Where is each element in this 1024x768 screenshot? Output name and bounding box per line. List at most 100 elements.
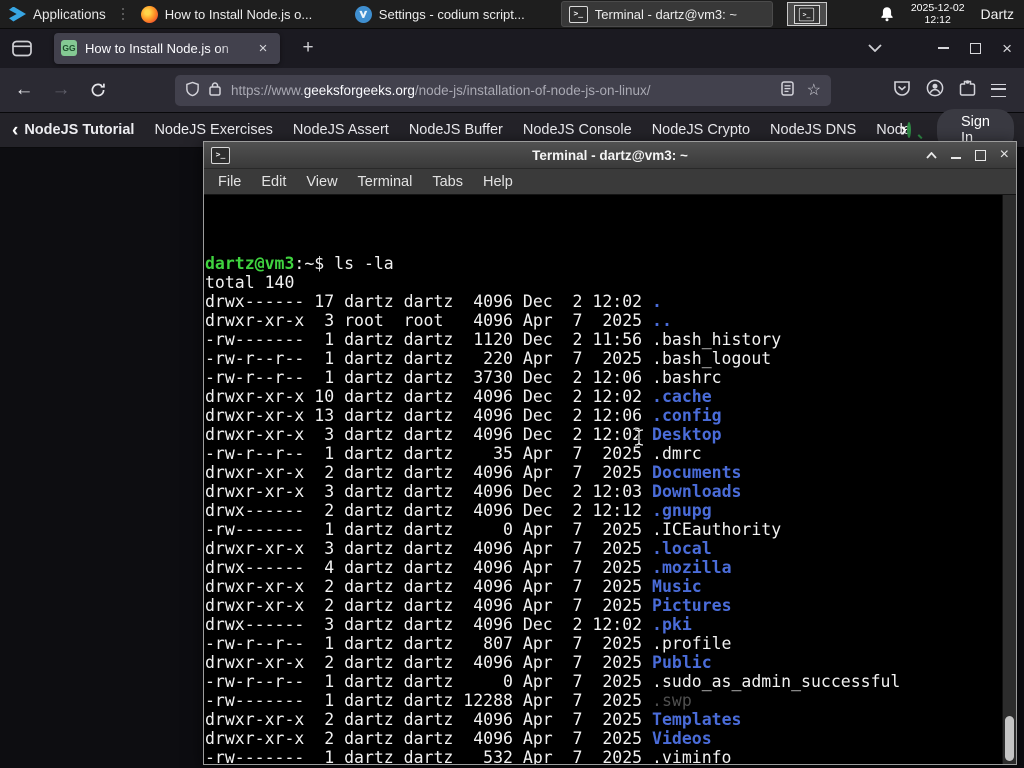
terminal-line: drwxr-xr-x 3 root root 4096 Apr 7 2025 .… [205, 311, 672, 330]
terminal-line: drwxr-xr-x 2 dartz dartz 4096 Apr 7 2025… [205, 596, 732, 615]
terminal-line: drwxr-xr-x 2 dartz dartz 4096 Apr 7 2025… [205, 463, 742, 482]
tab-title-fade [217, 34, 253, 62]
nav-link-nodejs-console[interactable]: NodeJS Console [523, 122, 632, 138]
close-button[interactable]: × [1000, 147, 1009, 163]
terminal-title: Terminal - dartz@vm3: ~ [532, 147, 688, 163]
reload-button[interactable] [85, 77, 111, 103]
terminal-line: -rw-r--r-- 1 dartz dartz 220 Apr 7 2025 … [205, 349, 772, 368]
terminal-line: dartz@vm3:~$ ls -la [205, 254, 394, 273]
terminal-line: drwxr-xr-x 3 dartz dartz 4096 Dec 2 12:0… [205, 425, 722, 444]
nav-link-nodejs-crypto[interactable]: NodeJS Crypto [652, 122, 750, 138]
nav-scroll-right-icon[interactable]: › [900, 120, 907, 140]
workspace-window-thumbnail: >_ [793, 4, 820, 24]
nav-link-nodejs-dns[interactable]: NodeJS DNS [770, 122, 856, 138]
user-menu[interactable]: Dartz [981, 6, 1014, 22]
lock-icon[interactable] [209, 81, 221, 99]
terminal-body[interactable]: dartz@vm3:~$ ls -la total 140 drwx------ 1… [204, 195, 1016, 764]
distro-logo-icon [9, 6, 26, 22]
xfce-top-panel: Applications How to Install Node.js o...… [0, 0, 1024, 29]
tab-close-icon[interactable]: × [253, 38, 273, 58]
terminal-line: -rw-r--r-- 1 dartz dartz 0 Apr 7 2025 .s… [205, 672, 901, 691]
menu-help[interactable]: Help [473, 174, 523, 190]
tabbar-right-controls: × [868, 40, 1024, 57]
menu-file[interactable]: File [208, 174, 251, 190]
clock-date: 2025-12-02 [910, 2, 965, 14]
taskbar-item-terminal[interactable]: >_ Terminal - dartz@vm3: ~ [560, 1, 773, 27]
window-controls: × [938, 40, 1012, 57]
taskbar-item-firefox[interactable]: How to Install Node.js o... [133, 1, 345, 27]
firefox-icon [140, 5, 158, 23]
nav-link-nodejs-exercises[interactable]: NodeJS Exercises [154, 122, 272, 138]
terminal-line: drwxr-xr-x 13 dartz dartz 4096 Dec 2 12:… [205, 406, 722, 425]
url-prefix: https://www. [231, 82, 304, 98]
terminal-line: -rw------- 1 dartz dartz 532 Apr 7 2025 … [205, 748, 732, 764]
url-text: https://www.geeksforgeeks.org/node-js/in… [231, 83, 773, 98]
menu-terminal[interactable]: Terminal [348, 174, 423, 190]
nav-link-nodejs-assert[interactable]: NodeJS Assert [293, 122, 389, 138]
bookmark-star-icon[interactable]: ☆ [807, 80, 821, 100]
back-button[interactable]: ← [11, 77, 37, 103]
url-domain: geeksforgeeks.org [303, 82, 415, 98]
terminal-menubar: File Edit View Terminal Tabs Help [204, 169, 1016, 195]
forward-button[interactable]: → [48, 77, 74, 103]
close-button[interactable]: × [1002, 40, 1012, 57]
terminal-icon: >_ [799, 7, 815, 21]
toolbar-right-icons [893, 79, 1006, 102]
workspace-switcher[interactable]: >_ [786, 2, 827, 26]
terminal-line: drwx------ 2 dartz dartz 4096 Dec 2 12:1… [205, 501, 712, 520]
nav-link-nodejs-tutorial[interactable]: NodeJS Tutorial [24, 122, 134, 138]
urlbar-actions: ☆ [780, 80, 821, 100]
menu-tabs[interactable]: Tabs [422, 174, 473, 190]
terminal-window-controls: × [925, 146, 1009, 164]
applications-menu-label: Applications [33, 6, 106, 22]
terminal-line: drwxr-xr-x 3 dartz dartz 4096 Dec 2 12:0… [205, 482, 742, 501]
account-icon[interactable] [926, 79, 944, 102]
maximize-button[interactable] [970, 42, 982, 54]
terminal-line: drwx------ 4 dartz dartz 4096 Apr 7 2025… [205, 558, 732, 577]
extensions-puzzle-icon[interactable] [959, 79, 976, 101]
shade-button[interactable] [925, 146, 937, 164]
favicon-geeksforgeeks: GG [61, 40, 77, 56]
nav-links: NodeJS Tutorial NodeJS Exercises NodeJS … [24, 122, 916, 138]
terminal-line: -rw-r--r-- 1 dartz dartz 3730 Dec 2 12:0… [205, 368, 722, 387]
notification-bell-icon[interactable] [879, 6, 895, 22]
terminal-scrollbar[interactable] [1002, 195, 1016, 764]
url-path: /node-js/installation-of-node-js-on-linu… [414, 82, 651, 98]
terminal-line: drwxr-xr-x 10 dartz dartz 4096 Dec 2 12:… [205, 387, 712, 406]
menu-edit[interactable]: Edit [251, 174, 296, 190]
menu-view[interactable]: View [296, 174, 347, 190]
panel-clock[interactable]: 2025-12-02 12:12 [911, 2, 965, 26]
browser-toolbar: ← → https://www.geeksforgeeks.org/node-j… [0, 68, 1024, 113]
minimize-button[interactable] [950, 157, 961, 159]
terminal-line: drwx------ 17 dartz dartz 4096 Dec 2 12:… [205, 292, 662, 311]
clock-time: 12:12 [924, 14, 951, 26]
shield-icon[interactable] [185, 81, 200, 100]
terminal-line: drwx------ 3 dartz dartz 4096 Dec 2 12:0… [205, 615, 692, 634]
terminal-line: drwxr-xr-x 3 dartz dartz 4096 Apr 7 2025… [205, 539, 712, 558]
list-all-tabs-chevron-icon[interactable] [868, 44, 882, 52]
terminal-window: >_ Terminal - dartz@vm3: ~ × File Edit V… [203, 141, 1017, 765]
terminal-line: drwxr-xr-x 2 dartz dartz 4096 Apr 7 2025… [205, 653, 712, 672]
pocket-icon[interactable] [893, 80, 911, 101]
terminal-line: drwxr-xr-x 2 dartz dartz 4096 Apr 7 2025… [205, 729, 712, 748]
url-bar[interactable]: https://www.geeksforgeeks.org/node-js/in… [175, 74, 831, 106]
reader-mode-icon[interactable] [780, 81, 794, 99]
terminal-output[interactable]: dartz@vm3:~$ ls -la total 140 drwx------ 1… [205, 197, 1002, 764]
search-icon[interactable] [906, 122, 911, 138]
hamburger-menu-icon[interactable] [991, 83, 1006, 97]
terminal-titlebar[interactable]: >_ Terminal - dartz@vm3: ~ × [204, 142, 1016, 169]
firefox-view-icon[interactable] [7, 33, 37, 63]
mouse-ibeam-cursor [633, 428, 645, 447]
nav-link-nodejs-buffer[interactable]: NodeJS Buffer [409, 122, 503, 138]
taskbar-item-codium-settings[interactable]: Settings - codium script... [347, 1, 559, 27]
tab-how-to-install-nodejs[interactable]: GG How to Install Node.js on × [54, 32, 280, 64]
terminal-line: -rw------- 1 dartz dartz 0 Apr 7 2025 .I… [205, 520, 782, 539]
applications-menu-button[interactable]: Applications [0, 0, 115, 28]
maximize-button[interactable] [974, 149, 986, 161]
terminal-line: drwxr-xr-x 2 dartz dartz 4096 Apr 7 2025… [205, 710, 742, 729]
scrollbar-thumb[interactable] [1005, 716, 1014, 761]
tab-bar: GG How to Install Node.js on × + × [0, 28, 1024, 68]
minimize-button[interactable] [938, 47, 950, 49]
nav-scroll-left-icon[interactable]: ‹ [12, 121, 18, 140]
new-tab-button[interactable]: + [295, 35, 321, 61]
